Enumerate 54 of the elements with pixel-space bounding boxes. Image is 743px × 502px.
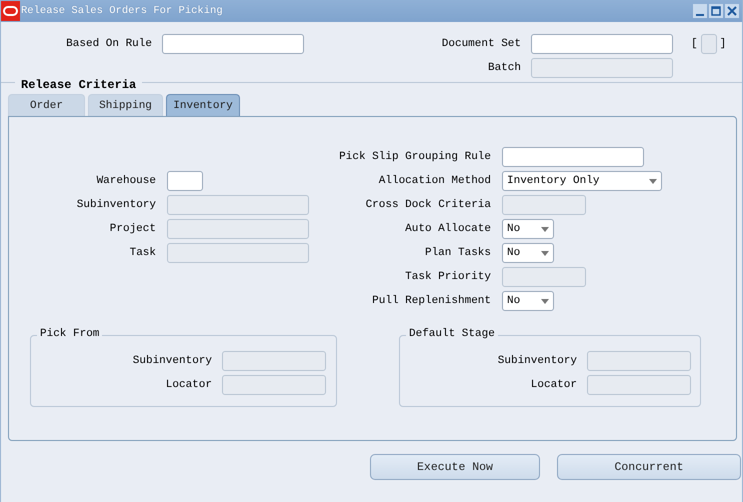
field-label: Plan Tasks <box>424 247 491 259</box>
field-label: Warehouse <box>96 175 156 187</box>
maximize-icon[interactable] <box>709 4 723 18</box>
input-field[interactable] <box>587 351 691 371</box>
dropdown[interactable]: No <box>502 291 554 311</box>
action-button[interactable]: Concurrent <box>557 454 741 480</box>
caret-icon <box>541 226 549 232</box>
input-field[interactable] <box>167 195 309 215</box>
field-label: Subinventory <box>496 355 577 367</box>
field-label: Allocation Method <box>378 175 491 187</box>
input-field[interactable] <box>502 147 644 167</box>
field-label: Subinventory <box>76 199 156 211</box>
field-label: Project <box>108 223 156 235</box>
field-label: Task <box>128 247 156 259</box>
field-label: Locator <box>164 379 212 391</box>
caret-icon <box>541 250 549 256</box>
field-label: Pick Slip Grouping Rule <box>338 151 491 163</box>
caret-icon <box>541 298 549 304</box>
group-title: Default Stage <box>406 328 498 340</box>
field-label: Based On Rule <box>65 38 152 50</box>
input-field[interactable] <box>167 171 203 191</box>
field-label: Task Priority <box>404 271 491 283</box>
minimize-icon[interactable] <box>693 4 707 18</box>
dropdown[interactable]: No <box>502 219 554 239</box>
input-field[interactable] <box>167 219 309 239</box>
close-icon[interactable] <box>725 4 739 18</box>
bracket-text: [ <box>691 38 698 50</box>
field-label: Subinventory <box>132 355 212 367</box>
field-label: Pull Replenishment <box>371 295 491 307</box>
dropdown[interactable]: No <box>502 243 554 263</box>
logo-icon <box>1 1 20 21</box>
input-field[interactable] <box>502 195 586 215</box>
flexfield-box[interactable] <box>700 34 717 54</box>
bracket-text: ] <box>720 38 726 50</box>
input-field[interactable] <box>222 351 326 371</box>
tab[interactable]: Inventory <box>166 94 240 116</box>
input-field[interactable] <box>531 34 673 54</box>
field-label: Document Set <box>440 38 521 50</box>
input-field[interactable] <box>587 375 691 395</box>
tab[interactable]: Shipping <box>88 94 163 116</box>
field-label: Batch <box>486 62 521 74</box>
field-label: Locator <box>530 379 577 391</box>
input-field[interactable] <box>162 34 304 54</box>
window-title: Release Sales Orders For Picking <box>21 5 224 17</box>
dropdown[interactable]: Inventory Only <box>502 171 662 191</box>
tab[interactable]: Order <box>8 94 85 116</box>
input-field[interactable] <box>502 267 586 287</box>
caret-icon <box>649 178 657 184</box>
field-label: Cross Dock Criteria <box>364 199 491 211</box>
action-button[interactable]: Execute Now <box>370 454 540 480</box>
input-field[interactable] <box>167 243 309 263</box>
input-field[interactable] <box>531 58 673 78</box>
input-field[interactable] <box>222 375 326 395</box>
field-label: Auto Allocate <box>404 223 491 235</box>
